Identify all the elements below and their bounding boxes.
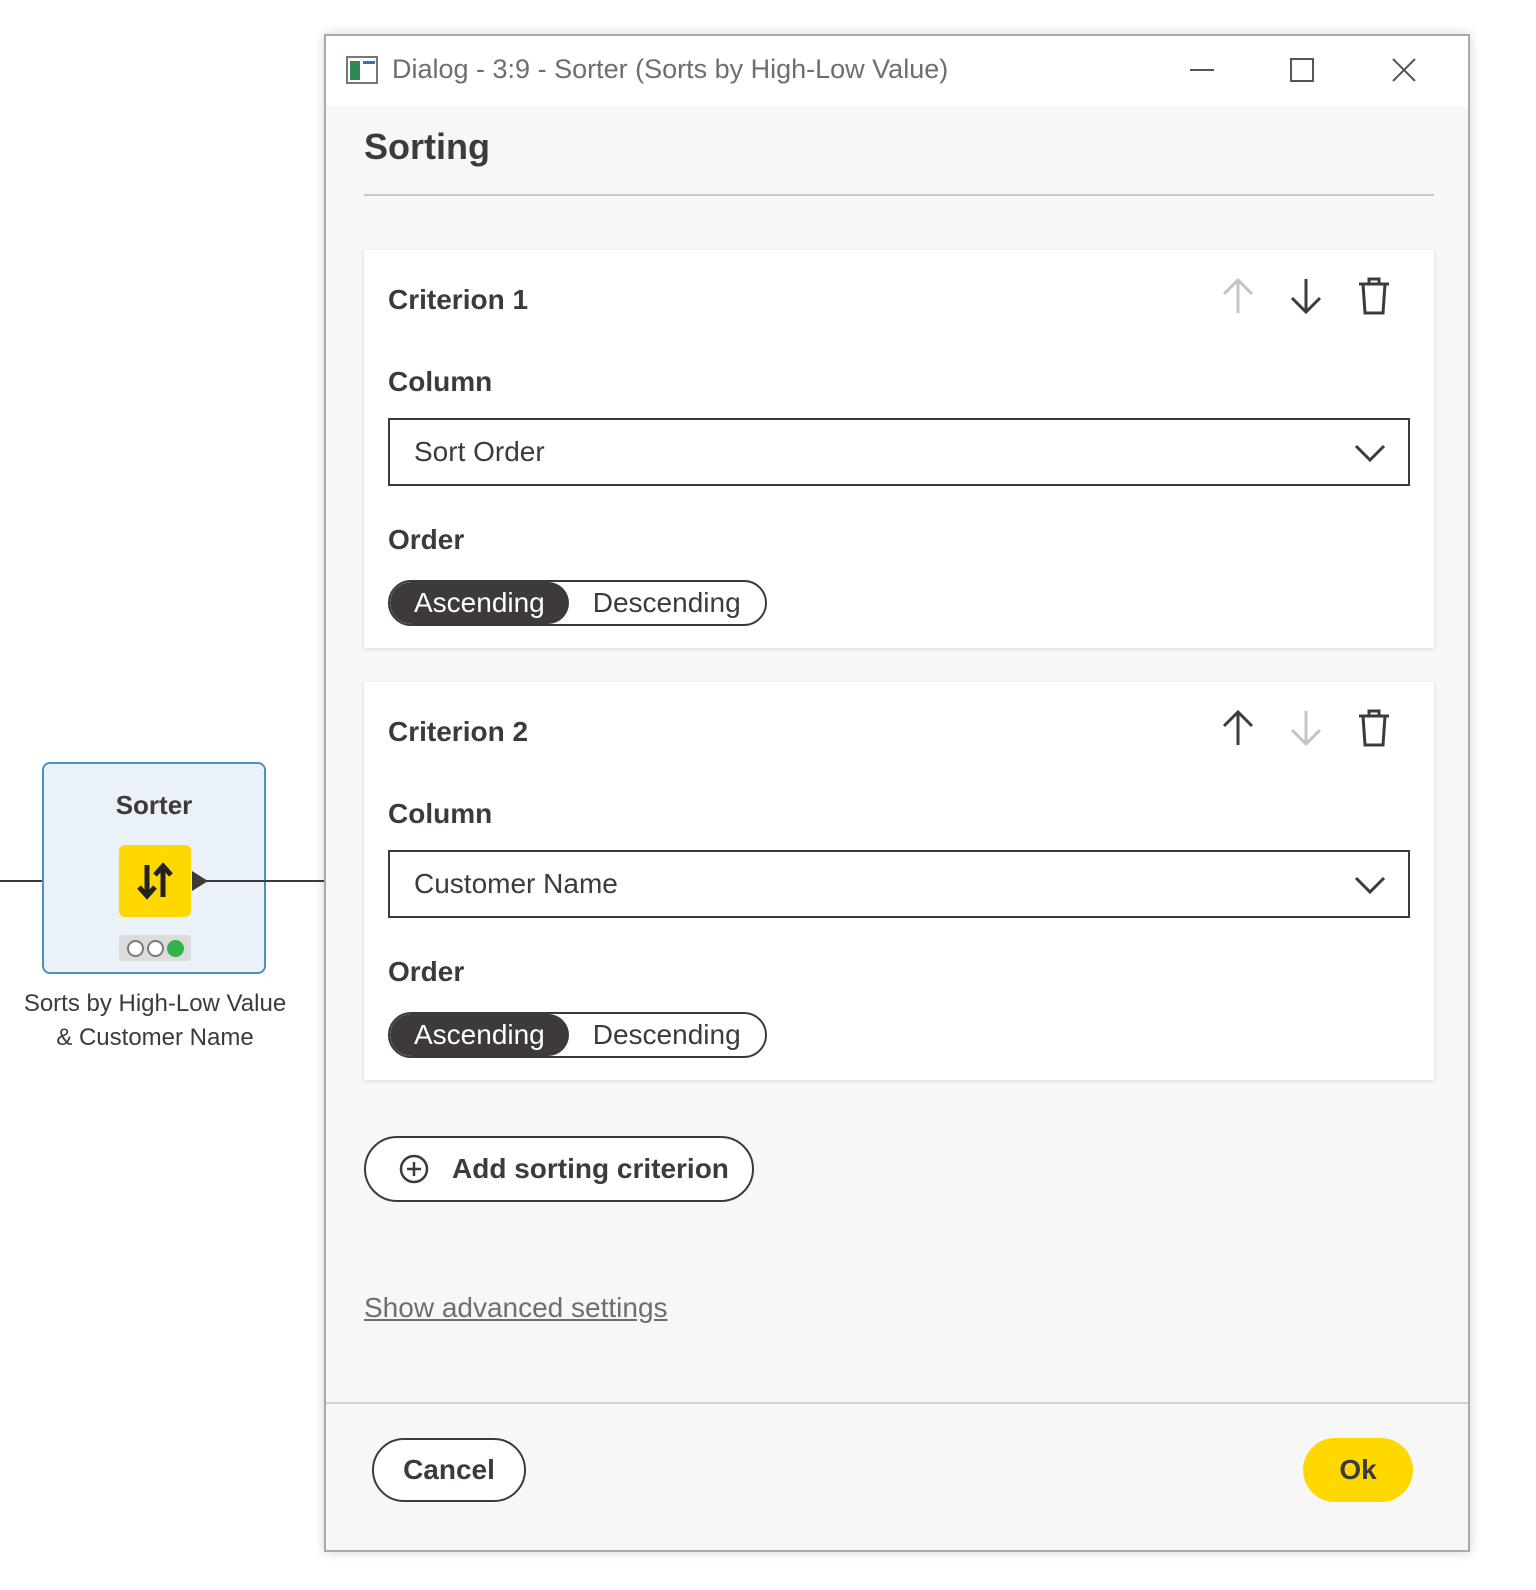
close-window-button[interactable]	[1374, 48, 1434, 92]
maximize-icon	[1290, 58, 1314, 82]
chevron-down-icon	[1354, 876, 1386, 895]
criterion-actions	[1214, 272, 1398, 320]
ascending-option[interactable]: Ascending	[390, 1014, 569, 1056]
criterion-actions	[1214, 704, 1398, 752]
order-toggle-1: Ascending Descending	[388, 580, 767, 626]
node-status-traffic-light	[119, 935, 191, 961]
move-up-button[interactable]	[1214, 704, 1262, 752]
sorter-dialog: Dialog - 3:9 - Sorter (Sorts by High-Low…	[324, 34, 1470, 1552]
window-title: Dialog - 3:9 - Sorter (Sorts by High-Low…	[392, 54, 949, 84]
delete-criterion-button[interactable]	[1350, 704, 1398, 752]
node-annotation-line2: & Customer Name	[56, 1024, 254, 1051]
criterion-card-1: Criterion 1 Column Sort Order Order Asce…	[364, 250, 1434, 648]
heading-divider	[364, 194, 1434, 196]
criterion-card-2: Criterion 2 Column Customer Name Order A…	[364, 682, 1434, 1080]
column-select-2[interactable]: Customer Name	[388, 850, 1410, 918]
arrow-down-icon	[1290, 279, 1322, 315]
move-down-button[interactable]	[1282, 272, 1330, 320]
sort-arrows-icon[interactable]	[119, 845, 191, 917]
column-select-1[interactable]: Sort Order	[388, 418, 1410, 486]
add-criterion-label: Add sorting criterion	[452, 1153, 729, 1184]
output-connection-line	[206, 880, 326, 882]
ascending-option[interactable]: Ascending	[390, 582, 569, 624]
arrow-down-icon	[1290, 711, 1322, 747]
column-select-value: Sort Order	[414, 436, 545, 467]
add-sorting-criterion-button[interactable]: Add sorting criterion	[364, 1136, 754, 1202]
criterion-title: Criterion 2	[388, 716, 529, 747]
column-label: Column	[388, 366, 493, 397]
status-dot-yellow-off	[146, 939, 164, 957]
status-dot-green-on	[166, 939, 184, 957]
node-annotation[interactable]: Sorts by High-Low Value & Customer Name	[0, 987, 310, 1055]
node-annotation-line1: Sorts by High-Low Value	[23, 990, 287, 1017]
arrow-up-icon	[1222, 277, 1254, 313]
delete-criterion-button[interactable]	[1350, 272, 1398, 320]
trash-icon	[1359, 709, 1389, 747]
footer-divider	[326, 1402, 1468, 1404]
order-toggle-2: Ascending Descending	[388, 1012, 767, 1058]
status-dot-red-off	[126, 939, 144, 957]
criterion-title: Criterion 1	[388, 284, 529, 315]
descending-option[interactable]: Descending	[569, 1014, 765, 1056]
cancel-button[interactable]: Cancel	[372, 1438, 526, 1502]
ok-button[interactable]: Ok	[1303, 1438, 1413, 1502]
node-title: Sorter	[115, 790, 193, 820]
chevron-down-icon	[1354, 444, 1386, 463]
move-down-button-disabled	[1282, 704, 1330, 752]
maximize-button[interactable]	[1272, 48, 1332, 92]
column-label: Column	[388, 798, 493, 829]
app-window-icon	[346, 56, 378, 84]
minimize-button[interactable]	[1172, 48, 1232, 92]
order-label: Order	[388, 524, 465, 555]
section-heading: Sorting	[364, 126, 490, 167]
descending-option[interactable]: Descending	[569, 582, 765, 624]
order-label: Order	[388, 956, 465, 987]
trash-icon	[1359, 277, 1389, 315]
column-select-value: Customer Name	[414, 868, 618, 899]
minimize-icon	[1190, 69, 1214, 71]
show-advanced-settings-link[interactable]: Show advanced settings	[364, 1292, 668, 1324]
plus-circle-icon	[399, 1154, 429, 1184]
close-icon	[1392, 58, 1416, 82]
move-up-button-disabled	[1214, 272, 1262, 320]
arrow-up-icon	[1222, 709, 1254, 745]
title-bar[interactable]: Dialog - 3:9 - Sorter (Sorts by High-Low…	[326, 36, 1468, 106]
